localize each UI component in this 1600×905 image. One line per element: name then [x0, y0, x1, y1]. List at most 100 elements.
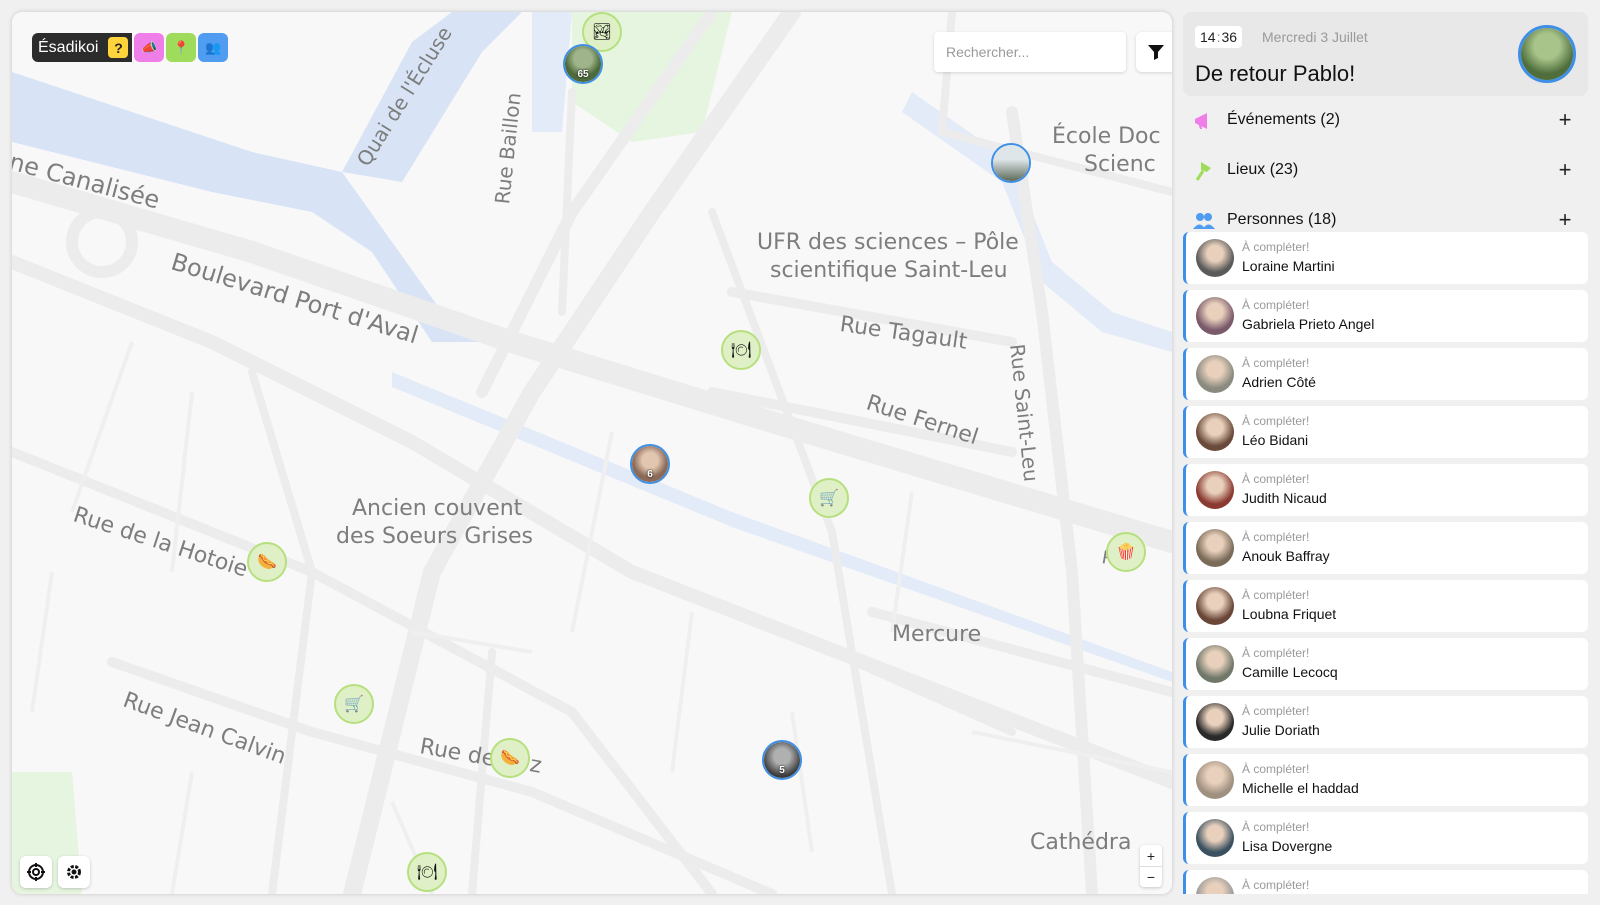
add-event-button[interactable]: + [1553, 107, 1577, 132]
avatar [1196, 819, 1234, 857]
place-pin-food[interactable]: 🌭 [247, 542, 287, 582]
avatar [1196, 761, 1234, 799]
current-date: Mercredi 3 Juillet [1262, 29, 1368, 45]
list-item[interactable]: À compléter! Julie Doriath [1183, 696, 1588, 748]
cart-icon: 🛒 [344, 696, 364, 713]
cluster-count: 65 [577, 69, 589, 80]
list-item[interactable]: À compléter! Loraine Martini [1183, 232, 1588, 284]
avatar [1196, 297, 1234, 335]
people-filter-button[interactable]: 👥 [198, 33, 229, 62]
list-item[interactable]: À compléter! Judith Nicaud [1183, 464, 1588, 516]
avatar [1196, 413, 1234, 451]
plate-icon: 🍽 [416, 864, 438, 881]
cluster-count: 5 [779, 765, 785, 776]
clock-minute: 36 [1221, 29, 1238, 45]
poi-label: Cathédra [1030, 830, 1132, 855]
person-name: Michelle el haddad [1242, 780, 1359, 796]
clock-hour: 14 [1200, 29, 1216, 45]
welcome-message: De retour Pablo! [1195, 61, 1356, 86]
profile-status: À compléter! [1242, 530, 1310, 544]
hotdog-icon: 🌭 [257, 554, 277, 571]
avatar [1196, 529, 1234, 567]
place-pin-shop[interactable]: 🛒 [809, 478, 849, 518]
list-item[interactable]: À compléter! Gabriela Prieto Angel [1183, 290, 1588, 342]
section-places[interactable]: Lieux (23) + [1183, 146, 1588, 196]
avatar [1196, 239, 1234, 277]
profile-status: À compléter! [1242, 298, 1310, 312]
person-pin[interactable] [991, 143, 1031, 183]
map-base [12, 12, 1172, 894]
people-icon: 👥 [205, 39, 222, 55]
place-pin-restaurant[interactable]: 🍽 [407, 852, 447, 892]
person-name: Julie Doriath [1242, 722, 1320, 738]
place-pin-food[interactable]: 🌭 [490, 738, 530, 778]
poi-label: scientifique Saint-Leu [770, 258, 1008, 283]
avatar [1196, 877, 1234, 894]
add-person-button[interactable]: + [1553, 207, 1577, 232]
hotdog-icon: 🌭 [500, 750, 520, 767]
sidebar-header: 14:36 Mercredi 3 Juillet De retour Pablo… [1183, 12, 1588, 96]
profile-status: À compléter! [1242, 878, 1310, 892]
person-name: Lisa Dovergne [1242, 838, 1333, 854]
profile-status: À compléter! [1242, 820, 1310, 834]
cart-icon: 🛒 [819, 490, 839, 507]
megaphone-icon [1195, 113, 1207, 129]
zoom-control: + − [1140, 845, 1162, 887]
zoom-out-button[interactable]: − [1140, 866, 1162, 887]
image-icon: 🏞 [591, 24, 613, 41]
profile-status: À compléter! [1242, 762, 1310, 776]
profile-status: À compléter! [1242, 414, 1310, 428]
profile-status: À compléter! [1242, 356, 1310, 370]
place-pin-cinema[interactable]: 🍿 [1106, 532, 1146, 572]
poi-label: des Soeurs Grises [336, 524, 534, 549]
megaphone-icon: 📣 [141, 39, 158, 55]
search-input[interactable] [934, 32, 1126, 72]
list-item[interactable]: À compléter! Lisa Dovergne [1183, 812, 1588, 864]
list-item[interactable]: À compléter! Adrien Côté [1183, 348, 1588, 400]
person-name: Loraine Martini [1242, 258, 1335, 274]
map[interactable]: ne Canalisée Quai de l'Écluse Rue Baillo… [12, 12, 1172, 894]
avatar [1196, 587, 1234, 625]
places-filter-button[interactable]: 📍 [166, 33, 197, 62]
app-name-text: Ésadikoi [38, 38, 99, 56]
help-button[interactable]: ? [108, 37, 129, 58]
clock: 14:36 [1195, 26, 1243, 48]
settings-button[interactable] [58, 856, 90, 888]
list-item[interactable]: À compléter! Anouk Baffray [1183, 522, 1588, 574]
person-photo [993, 145, 1029, 181]
profile-status: À compléter! [1242, 704, 1310, 718]
avatar [1196, 471, 1234, 509]
person-cluster-pin[interactable]: 65 [563, 44, 603, 84]
zoom-in-button[interactable]: + [1140, 845, 1162, 866]
profile-status: À compléter! [1242, 240, 1310, 254]
poi-label: UFR des sciences – Pôle [757, 230, 1019, 255]
recenter-button[interactable] [20, 856, 52, 888]
target-icon [27, 863, 45, 881]
add-place-button[interactable]: + [1553, 157, 1577, 182]
section-events[interactable]: Événements (2) + [1183, 96, 1588, 146]
app-brand: Ésadikoi ? 📣 📍 👥 [32, 33, 229, 62]
profile-status: À compléter! [1242, 646, 1310, 660]
list-item[interactable]: À compléter! [1183, 870, 1588, 894]
person-cluster-pin[interactable]: 5 [762, 740, 802, 780]
filter-button[interactable] [1136, 32, 1172, 72]
cluster-count: 6 [647, 469, 653, 480]
list-item[interactable]: À compléter! Léo Bidani [1183, 406, 1588, 458]
person-name: Léo Bidani [1242, 432, 1309, 448]
list-item[interactable]: À compléter! Camille Lecocq [1183, 638, 1588, 690]
poi-label: Ancien couvent [352, 496, 523, 521]
person-cluster-pin[interactable]: 6 [630, 444, 670, 484]
pin-icon: 📍 [173, 39, 190, 55]
events-filter-button[interactable]: 📣 [134, 33, 165, 62]
person-name: Loubna Friquet [1242, 606, 1337, 622]
user-avatar[interactable] [1518, 25, 1576, 83]
poi-label: Mercure [892, 622, 982, 647]
people-list: À compléter! Loraine Martini À compléter! G… [1183, 232, 1588, 894]
place-pin-restaurant[interactable]: 🍽 [721, 330, 761, 370]
list-item[interactable]: À compléter! Michelle el haddad [1183, 754, 1588, 806]
person-name: Gabriela Prieto Angel [1242, 316, 1375, 332]
funnel-icon [1148, 45, 1164, 60]
place-pin-shop[interactable]: 🛒 [334, 684, 374, 724]
poi-label: École Doc [1052, 124, 1161, 149]
list-item[interactable]: À compléter! Loubna Friquet [1183, 580, 1588, 632]
